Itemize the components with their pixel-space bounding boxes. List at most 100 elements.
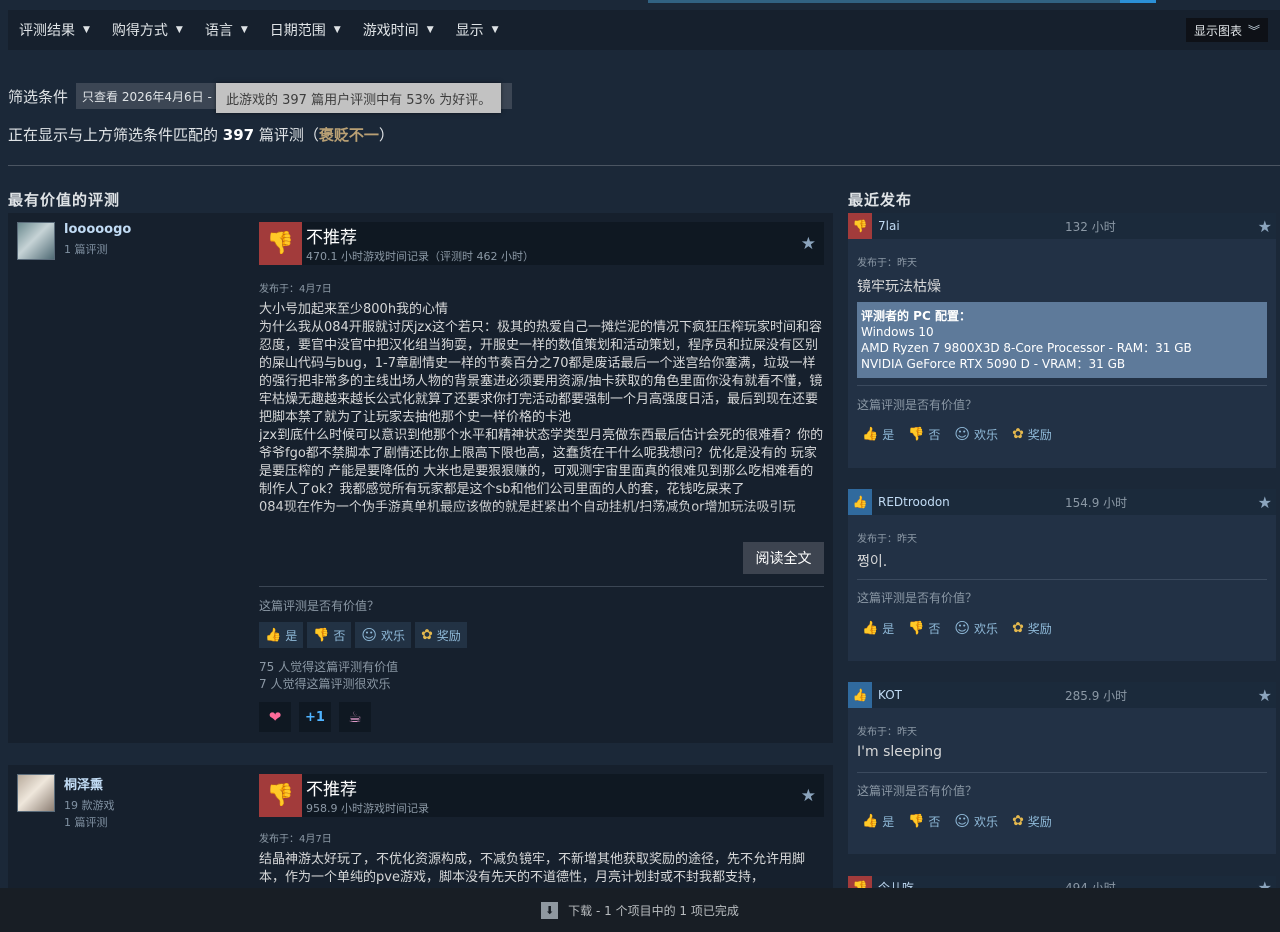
author-review-count: 1 篇评测 [64,243,108,256]
filter-label: 购得方式 [111,23,168,39]
filter-display[interactable]: 显示 ▼ [445,10,510,50]
pc-spec-gpu: NVIDIA GeForce RTX 5090 D - VRAM：31 GB [861,357,1126,371]
vote-funny-button[interactable]: ☺ 欢乐 [355,622,412,648]
filter-language[interactable]: 语言 ▼ [194,10,259,50]
avatar[interactable] [17,774,55,812]
review-author[interactable]: 桐泽熏 19 款游戏 1 篇评测 [17,774,115,831]
award-star-icon[interactable]: ★ [801,786,816,806]
vote-yes-button[interactable]: 👍 是 [857,808,899,834]
helpful-buttons: 👍 是 👎 否 ☺ 欢乐 ✿ 奖励 [857,615,1057,641]
award-button[interactable]: ✿ 奖励 [415,622,467,648]
most-helpful-title: 最有价值的评测 [8,191,121,209]
author-name[interactable]: 桐泽熏 [64,774,115,793]
recent-review-card: 👍 REDtroodon 154.9 小时 ★ 发布于：昨天 쩡이. 这篇评测是… [848,489,1276,661]
search-bar-edge[interactable] [648,0,1120,3]
vote-no-button[interactable]: 👎 否 [307,622,352,648]
vote-yes-label: 是 [285,628,298,643]
divider [259,586,824,587]
filter-label: 日期范围 [269,23,326,39]
avatar[interactable] [17,222,55,260]
author-name[interactable]: 今儿吃 [878,879,914,889]
review-body: 结晶神游太好玩了，不优化资源构成，不减负镜牢，不新增其他获取奖励的途径，先不允许… [259,852,806,885]
recent-title: 最近发布 [848,191,913,209]
vote-yes-label: 是 [882,621,895,636]
review-card: 桐泽熏 19 款游戏 1 篇评测 👎 不推荐 958.9 小时游戏时间记录 ★ … [8,765,833,888]
posted-date: 发布于：4月7日 [259,284,332,295]
summary-middle: 篇评测（ [254,126,319,144]
thumbs-down-icon: 👎 [848,876,872,888]
vote-no-button[interactable]: 👎 否 [903,421,945,447]
filter-purchase-type[interactable]: 购得方式 ▼ [101,10,194,50]
thumbs-up-icon: 👍 [265,627,282,643]
caret-down-icon: ▼ [333,25,341,35]
vote-funny-button[interactable]: ☺ 欢乐 [949,615,1003,641]
caret-down-icon: ▼ [240,25,248,35]
filter-date-range[interactable]: 日期范围 ▼ [259,10,352,50]
review-filter-bar: 评测结果 ▼ 购得方式 ▼ 语言 ▼ 日期范围 ▼ 游戏时间 ▼ 显示 ▼ 显示图表 ︾ [8,10,1280,50]
thumbs-up-icon: 👍 [848,682,872,708]
author-name[interactable]: looooogo [64,222,131,237]
review-author[interactable]: looooogo 1 篇评测 [17,222,131,260]
playtime: 494 小时 [1065,880,1116,889]
playtime: 958.9 小时游戏时间记录 [306,802,429,815]
award-button[interactable]: ✿ 奖励 [1007,808,1057,834]
pc-spec-cpu: AMD Ryzen 7 9800X3D 8-Core Processor - R… [861,341,1192,355]
vote-no-button[interactable]: 👎 否 [903,808,945,834]
recent-review-header: 👎 7lai 132 小时 ★ [848,213,1276,239]
award-star-icon[interactable]: ★ [1258,686,1272,705]
pc-spec-os: Windows 10 [861,325,934,339]
vote-funny-button[interactable]: ☺ 欢乐 [949,808,1003,834]
heart-hands-award-icon[interactable]: ❤ [259,702,291,732]
vote-no-label: 否 [333,628,346,643]
pc-spec-box: 评测者的 PC 配置： Windows 10 AMD Ryzen 7 9800X… [857,302,1267,378]
filter-review-type[interactable]: 评测结果 ▼ [8,10,101,50]
review-text: I'm sleeping [857,744,943,760]
helpful-question: 这篇评测是否有价值？ [857,784,978,798]
vote-yes-button[interactable]: 👍 是 [857,421,899,447]
vote-funny-label: 欢乐 [974,814,999,829]
award-star-icon[interactable]: ★ [1258,878,1272,889]
search-button-edge[interactable] [1120,0,1156,3]
award-star-icon[interactable]: ★ [1258,493,1272,512]
verdict-title[interactable]: 不推荐 [306,775,429,800]
download-status-bar[interactable]: ⬇ 下载 - 1 个项目中的 1 项已完成 [0,888,1280,932]
thumbs-down-icon: 👎 [908,620,925,636]
thumbs-up-icon: 👍 [862,813,879,829]
verdict-title[interactable]: 不推荐 [306,223,534,248]
recent-review-header: 👍 KOT 285.9 小时 ★ [848,682,1276,708]
filter-playtime[interactable]: 游戏时间 ▼ [352,10,445,50]
read-more-button[interactable]: 阅读全文 [743,542,824,574]
vote-no-button[interactable]: 👎 否 [903,615,945,641]
award-star-icon[interactable]: ★ [1258,217,1272,236]
helpful-count: 75 人觉得这篇评测有价值 [259,660,399,674]
rating-summary[interactable]: 褒贬不一 [319,126,379,144]
download-icon: ⬇ [541,901,559,919]
helpful-stats: 75 人觉得这篇评测有价值 7 人觉得这篇评测很欢乐 [259,659,398,693]
matching-reviews-summary: 正在显示与上方筛选条件匹配的 397 篇评测（褒贬不一） [8,124,394,145]
smile-icon: ☺ [954,812,971,830]
author-name[interactable]: 7lai [878,219,900,233]
text-fade [259,505,824,535]
plus-one-award-icon[interactable]: +1 [299,702,331,732]
review-verdict-header: 👎 不推荐 958.9 小时游戏时间记录 ★ [259,774,824,817]
show-graph-button[interactable]: 显示图表 ︾ [1185,18,1268,42]
award-label: 奖励 [436,628,461,643]
vote-funny-label: 欢乐 [381,628,406,643]
vote-yes-button[interactable]: 👍 是 [259,622,304,648]
thumbs-up-icon: 👍 [862,426,879,442]
author-name[interactable]: REDtroodon [878,495,950,509]
caret-down-icon: ▼ [491,25,499,35]
award-star-icon[interactable]: ★ [801,234,816,254]
divider [857,385,1267,386]
helpful-buttons: 👍 是 👎 否 ☺ 欢乐 ✿ 奖励 [857,808,1057,834]
caret-down-icon: ▼ [426,25,434,35]
vote-funny-button[interactable]: ☺ 欢乐 [949,421,1003,447]
award-button[interactable]: ✿ 奖励 [1007,421,1057,447]
divider [857,772,1267,773]
show-graph-label: 显示图表 [1193,23,1242,38]
author-name[interactable]: KOT [878,688,902,702]
tea-cup-award-icon[interactable]: ☕ [339,702,371,732]
award-button[interactable]: ✿ 奖励 [1007,615,1057,641]
award-label: 奖励 [1027,621,1052,636]
vote-yes-button[interactable]: 👍 是 [857,615,899,641]
